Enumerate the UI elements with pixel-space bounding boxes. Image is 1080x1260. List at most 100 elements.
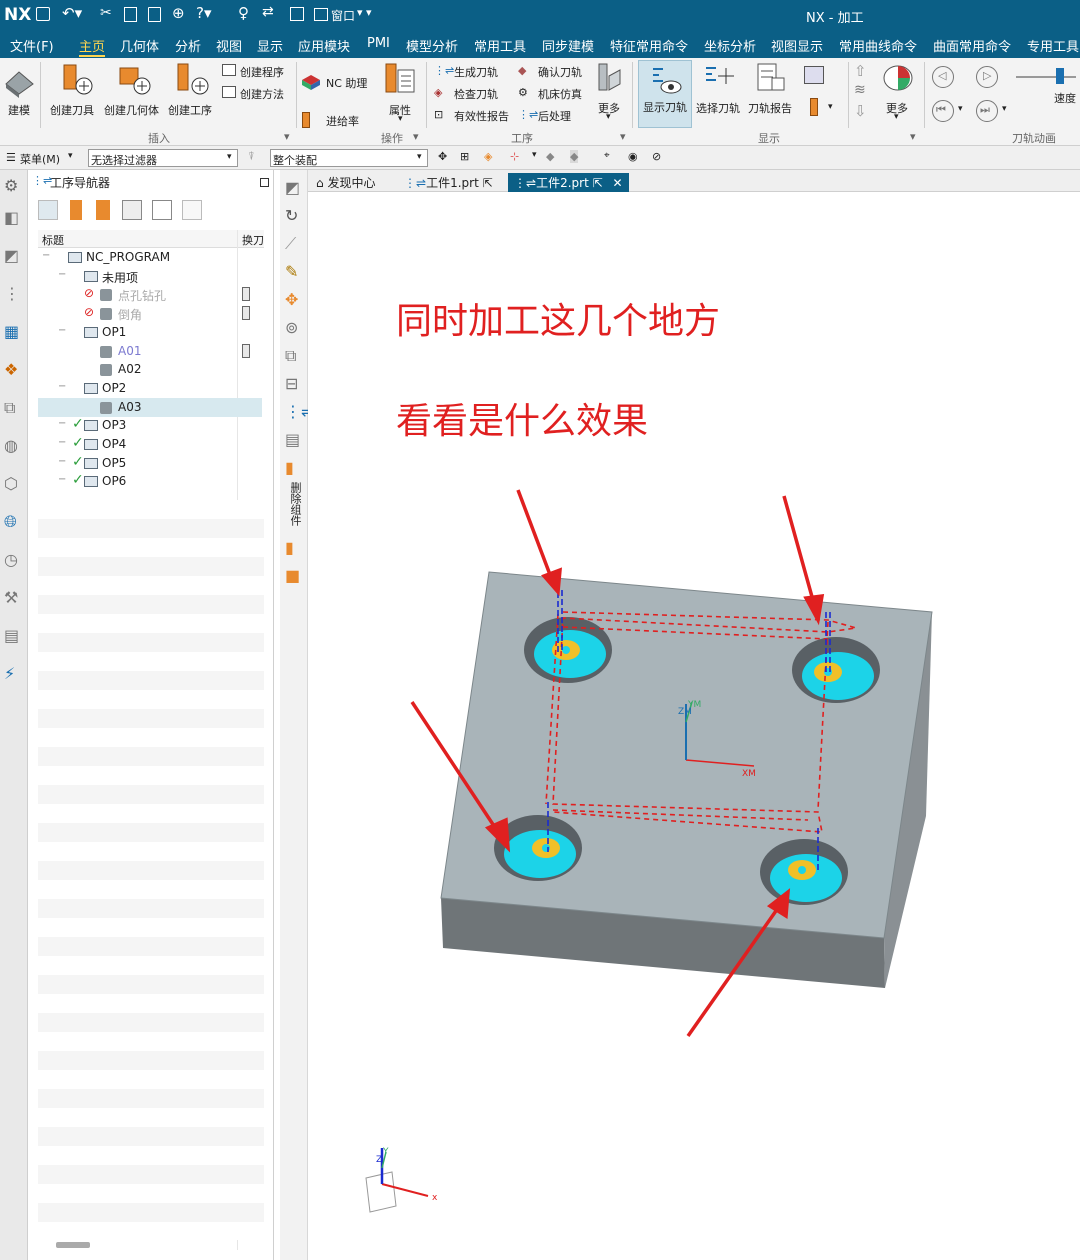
menu-coordinate-analysis[interactable]: 坐标分析 [704,36,756,55]
collapse-icon[interactable]: − [58,456,66,467]
save-icon[interactable] [36,7,50,21]
mcs-icon[interactable]: ⌖ [604,150,610,161]
collapse-icon[interactable]: − [58,437,66,448]
tree-row[interactable]: A02 [38,360,262,379]
web-browser-icon[interactable]: 🌐︎ [4,512,17,532]
menu-button[interactable]: 菜单(M) [20,151,60,167]
tree-row[interactable]: − OP1 [38,323,262,342]
selection-filter-dropdown[interactable]: 无选择过滤器 ▾ [88,149,238,167]
collapse-icon[interactable]: − [58,381,66,392]
show-path-button[interactable]: 显示刀轨 [638,60,692,128]
program-order-icon[interactable]: ❖ [4,360,18,379]
window-icon[interactable] [290,7,304,21]
select-all-icon[interactable]: ✥ [438,150,447,163]
hd3d-icon[interactable]: ⬡ [4,474,18,493]
method-view-icon[interactable] [122,200,142,220]
nc-assistant-button[interactable]: NC 助理 [300,72,374,92]
switch-window-icon[interactable]: ⇄ [262,4,274,20]
verify-path-button[interactable]: ◆ 确认刀轨 [518,62,598,80]
machine-tool-navigator-icon[interactable]: ▦ [4,322,19,341]
delete-component-button[interactable]: 删除组件 [287,482,302,532]
group-insert-arrow-icon[interactable]: ▾ [284,130,290,143]
operation-navigator-icon[interactable]: ⋮ [4,284,20,303]
tree-row[interactable]: − NC_PROGRAM [38,248,262,267]
copy-icon[interactable] [124,7,137,22]
layers-icon[interactable]: ≋ [854,82,866,98]
replace-component-icon[interactable]: ⊟ [285,374,298,393]
shaded-view-icon[interactable]: ◆ [546,150,554,163]
more-process-button[interactable]: 更多 ▾ [594,62,628,124]
tree-row[interactable]: − 未用项 [38,267,262,286]
validity-report-button[interactable]: ⊡ 有效性报告 [434,106,524,124]
geometry-view-icon[interactable] [96,200,110,220]
menu-curve-commands[interactable]: 常用曲线命令 [839,36,917,55]
report-icon[interactable]: ▤ [285,430,300,449]
window-menu-icon[interactable] [314,8,328,21]
collapse-icon[interactable]: − [58,474,66,485]
display-option-button[interactable] [802,64,828,88]
paste-icon[interactable] [148,7,161,22]
generate-path-button[interactable]: ⋮⇌ 生成刀轨 [434,62,514,80]
tree-row[interactable]: − ✓ OP6 [38,472,262,491]
create-method-button[interactable]: 创建方法 [222,84,292,102]
to-start-arrow-icon[interactable]: ▾ [958,104,963,114]
snap-arrow-icon[interactable]: ▾ [532,150,537,160]
menu-common-tools[interactable]: 常用工具 [474,36,526,55]
collapse-icon[interactable]: − [58,418,66,429]
build-button[interactable]: 建模 [2,62,36,122]
menu-geometry[interactable]: 几何体 [120,36,159,55]
help-icon[interactable]: ?▾ [196,4,212,22]
graphics-window[interactable]: 同时加工这几个地方 看看是什么效果 XM ZM YM x Z Y [308,192,1080,1260]
group-process-arrow-icon[interactable]: ▾ [620,130,626,143]
speed-slider-thumb[interactable] [1056,68,1064,84]
reuse-library-icon[interactable]: ⧉ [4,398,15,418]
tool-display-button[interactable]: ▾ [804,96,834,120]
measure-icon[interactable]: ⟋ [285,234,296,254]
settings-icon[interactable]: ⚙ [4,176,18,195]
collapse-icon[interactable]: − [58,325,66,336]
menu-arrow-icon[interactable]: ▾ [68,151,73,161]
horizontal-scrollbar[interactable] [56,1242,90,1248]
tree-row[interactable]: − OP2 [38,379,262,398]
info-icon[interactable]: ■ [285,566,300,585]
tab-part2[interactable]: ⋮⇌工件2.prt ⇱ ✕ [508,173,629,192]
filter-reset-icon[interactable]: ⍒ [248,150,255,164]
menu-special-tools[interactable]: 专用工具 [1027,36,1079,55]
cut-icon[interactable]: ✂ [100,5,112,21]
part-navigator-icon[interactable]: ◧ [4,208,19,227]
menu-file[interactable]: 文件(F) [10,36,54,55]
hide-show-icon[interactable]: ◉ [628,150,638,163]
window-menu[interactable]: 窗口 [331,7,355,24]
hole-top-right[interactable] [792,637,880,703]
machine-tool-view-icon[interactable] [70,200,82,220]
group-operation-arrow-icon[interactable]: ▾ [413,130,419,143]
tool-info-icon[interactable]: ▮ [285,538,294,557]
assembly-scope-dropdown[interactable]: 整个装配 ▾ [270,149,428,167]
select-body-icon[interactable]: ◈ [484,150,492,163]
move-component-icon[interactable]: ✥ [285,290,298,309]
speed-slider[interactable] [1016,76,1076,78]
snap-point-icon[interactable]: ⊹ [510,150,519,163]
tree-row[interactable]: − ✓ OP4 [38,435,262,454]
tree-row[interactable]: ⊘ 倒角 [38,304,262,323]
tools-icon[interactable]: ⚒ [4,588,18,607]
path-report-button[interactable]: 刀轨报告 [748,62,796,122]
check-path-button[interactable]: ◈ 检查刀轨 [434,84,514,102]
arrow-up-icon[interactable]: ⇧ [854,62,867,80]
tree-row[interactable]: ⊘ 点孔钻孔 [38,285,262,304]
touch-mode-icon[interactable]: ♀ [238,4,249,22]
post-process-button[interactable]: ⋮⇌ 后处理 [518,106,598,124]
machine-sim-button[interactable]: ⚙ 机床仿真 [518,84,598,102]
col-title[interactable]: 标题 [42,232,64,248]
rotate-icon[interactable]: ↻ [285,206,298,225]
menu-sync-modeling[interactable]: 同步建模 [542,36,594,55]
remove-view-icon[interactable] [182,200,202,220]
knowledge-icon[interactable]: ⚡ [4,664,15,683]
create-tool-button[interactable]: 创建刀具 [50,62,100,122]
tree-row[interactable]: − ✓ OP3 [38,416,262,435]
col-tool-change[interactable]: 换刀 [242,232,264,248]
add-view-icon[interactable] [152,200,172,220]
menu-analysis[interactable]: 分析 [175,36,201,55]
assembly-navigator-icon[interactable]: ◩ [4,246,19,265]
collapse-icon[interactable]: − [58,269,66,280]
